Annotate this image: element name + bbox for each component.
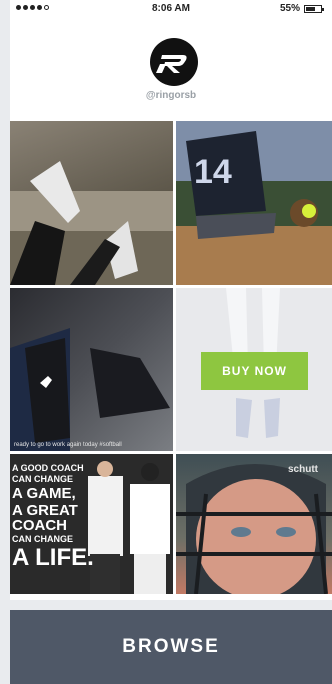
- helmet-brand: schutt: [288, 464, 319, 475]
- quote-line-5: CAN CHANGE: [12, 534, 74, 544]
- browse-button[interactable]: BROWSE: [10, 610, 332, 684]
- photo-tile-helmet[interactable]: schutt: [176, 454, 332, 594]
- photo-tile-cleats-ready[interactable]: ready to go to work again today #softbal…: [10, 288, 173, 451]
- quote-line-2: CAN CHANGE: [12, 474, 74, 484]
- battery-icon: [304, 5, 324, 13]
- profile-header: @ringorsb: [10, 18, 332, 120]
- battery-percent: 55%: [279, 3, 300, 14]
- quote-line-4: A GREAT COACH: [12, 502, 78, 534]
- buy-now-button[interactable]: BUY NOW: [201, 352, 308, 390]
- profile-handle[interactable]: @ringorsb: [10, 90, 332, 101]
- photo-tile-jersey-14[interactable]: 14: [176, 121, 332, 285]
- photo-tile-coach-quote[interactable]: A GOOD COACH CAN CHANGE A GAME, A GREAT …: [10, 454, 173, 594]
- photo-tile-buy-now[interactable]: BUY NOW: [176, 288, 332, 451]
- photo-tile-cleats-dirt[interactable]: [10, 121, 173, 285]
- quote-line-6: A LIFE.: [12, 544, 94, 571]
- photo-caption: ready to go to work again today #softbal…: [14, 442, 122, 448]
- status-bar: 8:06 AM 55%: [10, 0, 332, 18]
- phone-frame: 8:06 AM 55% @ringorsb 14 ready to go to …: [10, 0, 332, 600]
- jersey-number: 14: [194, 153, 232, 191]
- quote-line-1: A GOOD COACH: [12, 463, 84, 473]
- quote-line-3: A GAME,: [12, 485, 76, 502]
- ringor-logo-icon[interactable]: [150, 38, 198, 86]
